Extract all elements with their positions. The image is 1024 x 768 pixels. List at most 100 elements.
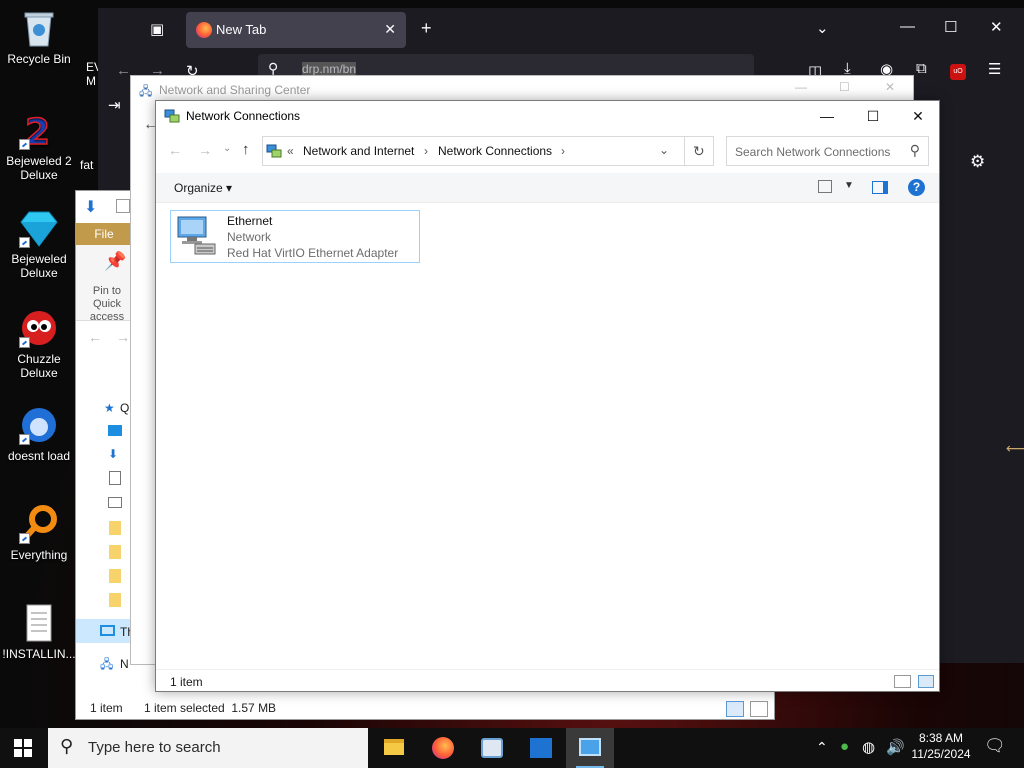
folder-icon — [384, 739, 404, 755]
taskbar-search-input[interactable]: Type here to search — [88, 739, 221, 756]
taskbar-firefox[interactable] — [419, 728, 467, 768]
tab-title: New Tab — [216, 22, 267, 37]
sidebar-network[interactable]: N — [120, 657, 129, 671]
new-tab-icon[interactable]: + — [421, 18, 432, 39]
pin-quick-access-button[interactable]: Pin to Quick access — [82, 285, 132, 324]
chevron-up-icon[interactable]: ⌃ — [816, 739, 828, 756]
connection-status: Network — [227, 230, 272, 244]
file-tab[interactable]: File — [76, 223, 132, 245]
network-globe-icon[interactable]: ◍ — [862, 738, 875, 756]
forward-icon[interactable]: → — [116, 329, 130, 345]
tiles-view-icon[interactable] — [918, 675, 934, 688]
help-icon[interactable]: ? — [908, 179, 925, 196]
browser-tab-new-tab[interactable]: New Tab ✕ — [186, 12, 406, 48]
close-icon[interactable]: ✕ — [990, 18, 1003, 36]
search-input[interactable]: Search Network Connections — [735, 145, 890, 159]
arrow-left-icon: ⟵ — [1006, 440, 1024, 456]
taskbar-file-explorer[interactable] — [370, 728, 418, 768]
ublock-icon[interactable]: uO — [950, 64, 966, 80]
desktop-icon-recycle-bin[interactable]: Recycle Bin — [2, 8, 76, 66]
control-panel-icon — [579, 738, 601, 756]
maximize-icon[interactable]: ☐ — [839, 80, 850, 94]
maximize-icon[interactable]: ☐ — [944, 18, 957, 36]
search-box[interactable]: Search Network Connections ⚲ — [726, 136, 929, 166]
media-icon — [530, 738, 552, 758]
refresh-button[interactable]: ↻ — [684, 136, 714, 166]
desktop-folder-icon — [108, 425, 122, 436]
change-view-icon[interactable] — [818, 180, 832, 193]
window-title: Network and Sharing Center — [159, 83, 311, 97]
view-options-icon[interactable]: ▼ — [844, 180, 854, 191]
clock-date: 11/25/2024 — [911, 747, 971, 761]
folder-icon — [109, 593, 121, 607]
minimize-icon[interactable]: — — [900, 18, 915, 35]
back-icon[interactable]: ← — [168, 142, 182, 158]
taskbar-clock[interactable]: 8:38 AM 11/25/2024 — [910, 731, 972, 761]
gear-icon[interactable]: ⚙ — [970, 152, 985, 172]
sidebar-quick-access[interactable]: Q — [120, 401, 129, 415]
desktop-icon-doesnt-load[interactable]: doesnt load — [2, 405, 76, 463]
text-file-icon — [19, 603, 59, 643]
close-button[interactable]: ✕ — [895, 101, 941, 131]
breadcrumb-chevron-icon[interactable]: › — [561, 144, 565, 158]
up-icon[interactable]: ↑ — [242, 141, 250, 158]
desktop-icon-installing[interactable]: !INSTALLIN... — [2, 603, 76, 661]
taskbar: ⚲ Type here to search ⌃ ● ◍ 🔊 8:38 AM 11… — [0, 728, 1024, 768]
chuzzle-icon — [19, 308, 59, 348]
thunderbird-icon — [19, 405, 59, 445]
status-item-count: 1 item — [90, 701, 123, 715]
minimize-icon[interactable]: — — [795, 80, 807, 94]
menu-icon[interactable]: ☰ — [988, 60, 1001, 78]
start-button[interactable] — [14, 739, 32, 760]
breadcrumb-network-internet[interactable]: Network and Internet — [303, 144, 414, 158]
downloads-folder-icon: ⬇ — [108, 447, 119, 461]
volume-icon[interactable]: 🔊 — [886, 738, 905, 756]
desktop-icon-label: Recycle Bin — [7, 52, 71, 66]
maximize-button[interactable]: ☐ — [850, 101, 896, 131]
close-icon[interactable]: ✕ — [885, 80, 895, 94]
desktop-icon-everything[interactable]: Everything — [2, 504, 76, 562]
url-text[interactable]: drp.nm/bn — [302, 62, 357, 76]
desktop-icon-chuzzle[interactable]: Chuzzle Deluxe — [2, 308, 76, 380]
windows-logo-icon — [14, 739, 32, 757]
recent-locations-icon[interactable]: ⌄ — [223, 143, 231, 154]
organize-button[interactable]: Organize ▾ — [174, 181, 232, 195]
back-icon[interactable]: ← — [116, 62, 131, 79]
sidebar-toggle-icon[interactable]: ⇥ — [108, 96, 121, 114]
chevron-down-icon[interactable]: ⌄ — [816, 19, 829, 37]
user-status-icon[interactable]: ● — [840, 738, 849, 755]
documents-folder-icon — [109, 471, 121, 485]
preview-pane-icon[interactable] — [872, 181, 888, 194]
details-view-icon[interactable] — [894, 675, 911, 688]
close-tab-icon[interactable]: ✕ — [384, 21, 396, 38]
desktop-icon-bejeweled[interactable]: Bejeweled Deluxe — [2, 208, 76, 280]
desktop-icon-label: !INSTALLIN... — [2, 647, 76, 661]
forward-icon[interactable]: → — [198, 142, 212, 158]
notification-icon[interactable]: 🗨 — [984, 736, 1006, 756]
breadcrumb-chevron-icon[interactable]: › — [424, 144, 428, 158]
tab-list-icon[interactable]: ▣ — [150, 20, 164, 38]
search-icon: ⚲ — [60, 736, 74, 756]
desktop-icon-label: Bejeweled Deluxe — [11, 252, 67, 280]
connection-item-ethernet[interactable]: Ethernet Network Red Hat VirtIO Ethernet… — [170, 210, 420, 263]
address-history-icon[interactable]: ⌄ — [659, 143, 669, 157]
desktop-icon-bejeweled-2[interactable]: 2 Bejeweled 2 Deluxe — [2, 110, 76, 182]
taskbar-media-app[interactable] — [517, 728, 565, 768]
taskbar-app-camera[interactable] — [468, 728, 516, 768]
breadcrumb-network-connections[interactable]: Network Connections — [438, 144, 552, 158]
shortcut-arrow-icon — [19, 139, 30, 150]
folder-icon — [109, 521, 121, 535]
statusbar: 1 item — [156, 669, 939, 693]
window-title: Network Connections — [186, 109, 301, 123]
status-selection: 1 item selected 1.57 MB — [144, 701, 277, 715]
firefox-icon — [196, 22, 212, 38]
minimize-button[interactable]: — — [804, 101, 850, 131]
breadcrumb-overflow[interactable]: « — [287, 144, 294, 158]
taskbar-control-panel[interactable] — [566, 728, 614, 768]
large-icons-view-icon[interactable] — [750, 701, 768, 717]
taskbar-search[interactable]: ⚲ Type here to search — [48, 728, 368, 768]
address-bar[interactable]: « Network and Internet › Network Connect… — [262, 136, 685, 166]
extensions-icon[interactable]: ⧉ — [916, 60, 927, 77]
back-icon[interactable]: ← — [88, 329, 102, 345]
details-view-icon[interactable] — [726, 701, 744, 717]
